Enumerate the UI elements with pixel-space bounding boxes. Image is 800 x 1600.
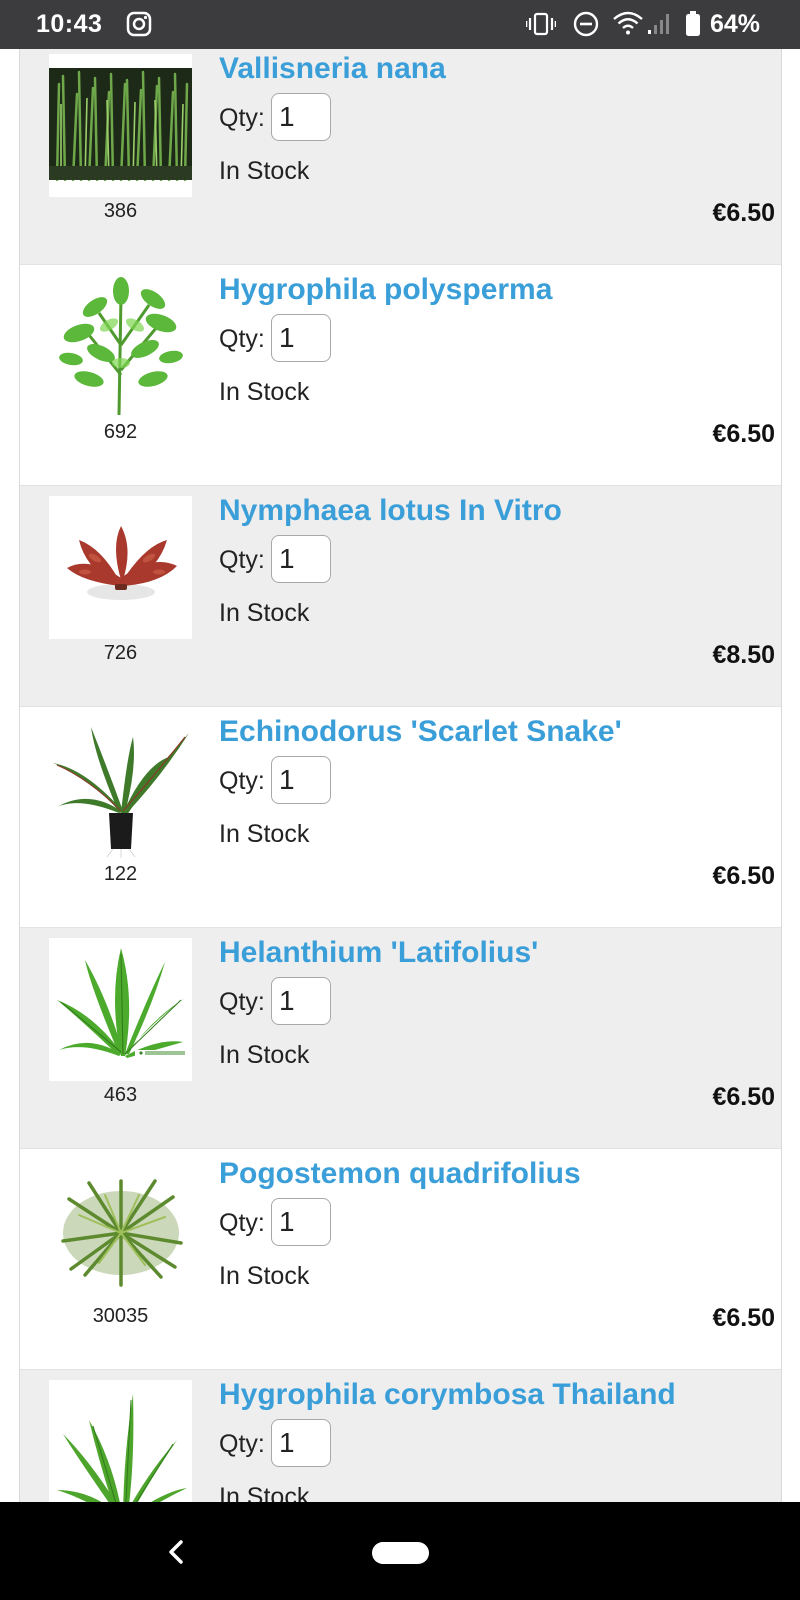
status-time: 10:43 [36, 10, 103, 38]
stock-status: In Stock [219, 1041, 310, 1069]
product-row: 30035 Pogostemon quadrifolius Qty: In St… [20, 1149, 781, 1370]
product-image-hygrophila-polysperma[interactable] [49, 275, 192, 418]
product-price: €6.50 [712, 199, 775, 227]
signal-icon [646, 12, 672, 41]
qty-input[interactable] [271, 314, 331, 362]
stock-status: In Stock [219, 599, 310, 627]
status-bar: 10:43 64% [0, 0, 800, 49]
product-price: €6.50 [712, 1304, 775, 1332]
product-image-nymphaea-lotus[interactable] [49, 496, 192, 639]
product-row: 122 Echinodorus 'Scarlet Snake' Qty: In … [20, 707, 781, 928]
stock-status: In Stock [219, 820, 310, 848]
product-list-viewport[interactable]: 386 Vallisneria nana Qty: In Stock €6.50 [0, 49, 800, 1502]
product-list: 386 Vallisneria nana Qty: In Stock €6.50 [19, 49, 782, 1502]
product-code: 30035 [92, 1305, 149, 1327]
product-price: €8.50 [712, 641, 775, 669]
qty-label: Qty: [219, 1430, 265, 1458]
product-name-link[interactable]: Echinodorus 'Scarlet Snake' [219, 715, 622, 749]
product-price: €6.50 [712, 420, 775, 448]
product-image-echinodorus-scarlet-snake[interactable] [49, 717, 192, 860]
back-icon[interactable] [166, 1538, 186, 1571]
navigation-bar [0, 1502, 800, 1600]
do-not-disturb-icon [573, 11, 599, 42]
product-price: €6.50 [712, 1083, 775, 1111]
product-price: €6.50 [712, 862, 775, 890]
qty-label: Qty: [219, 988, 265, 1016]
qty-input[interactable] [271, 93, 331, 141]
product-name-link[interactable]: Nymphaea lotus In Vitro [219, 494, 562, 528]
instagram-icon [126, 11, 152, 42]
qty-label: Qty: [219, 104, 265, 132]
product-image-pogostemon-quadrifolius[interactable] [49, 1159, 192, 1302]
product-name-link[interactable]: Hygrophila polysperma [219, 273, 552, 307]
product-code: 726 [103, 642, 138, 664]
product-name-link[interactable]: Helanthium 'Latifolius' [219, 936, 538, 970]
qty-input[interactable] [271, 1198, 331, 1246]
stock-status: In Stock [219, 1483, 310, 1502]
product-name-link[interactable]: Pogostemon quadrifolius [219, 1157, 581, 1191]
product-name-link[interactable]: Vallisneria nana [219, 52, 446, 86]
qty-label: Qty: [219, 1209, 265, 1237]
battery-icon [685, 11, 701, 42]
product-image-hygrophila-corymbosa[interactable] [49, 1380, 192, 1502]
product-row: 726 Nymphaea lotus In Vitro Qty: In Stoc… [20, 486, 781, 707]
home-pill[interactable] [372, 1542, 429, 1564]
qty-input[interactable] [271, 535, 331, 583]
product-row: 463 Helanthium 'Latifolius' Qty: In Stoc… [20, 928, 781, 1149]
qty-label: Qty: [219, 546, 265, 574]
qty-label: Qty: [219, 325, 265, 353]
stock-status: In Stock [219, 1262, 310, 1290]
product-code: 386 [103, 200, 138, 222]
qty-label: Qty: [219, 767, 265, 795]
wifi-icon [612, 10, 644, 41]
qty-input[interactable] [271, 1419, 331, 1467]
product-row: 692 Hygrophila polysperma Qty: In Stock … [20, 265, 781, 486]
qty-input[interactable] [271, 756, 331, 804]
product-row: 386 Vallisneria nana Qty: In Stock €6.50 [20, 49, 781, 265]
stock-status: In Stock [219, 157, 310, 185]
product-image-vallisneria[interactable] [49, 54, 192, 197]
product-code: 122 [103, 863, 138, 885]
product-image-helanthium-latifolius[interactable] [49, 938, 192, 1081]
battery-percentage: 64% [710, 10, 761, 38]
product-name-link[interactable]: Hygrophila corymbosa Thailand [219, 1378, 676, 1412]
qty-input[interactable] [271, 977, 331, 1025]
stock-status: In Stock [219, 378, 310, 406]
product-row: Hygrophila corymbosa Thailand Qty: In St… [20, 1370, 781, 1502]
product-code: 692 [103, 421, 138, 443]
vibrate-icon [525, 12, 557, 41]
product-code: 463 [103, 1084, 138, 1106]
